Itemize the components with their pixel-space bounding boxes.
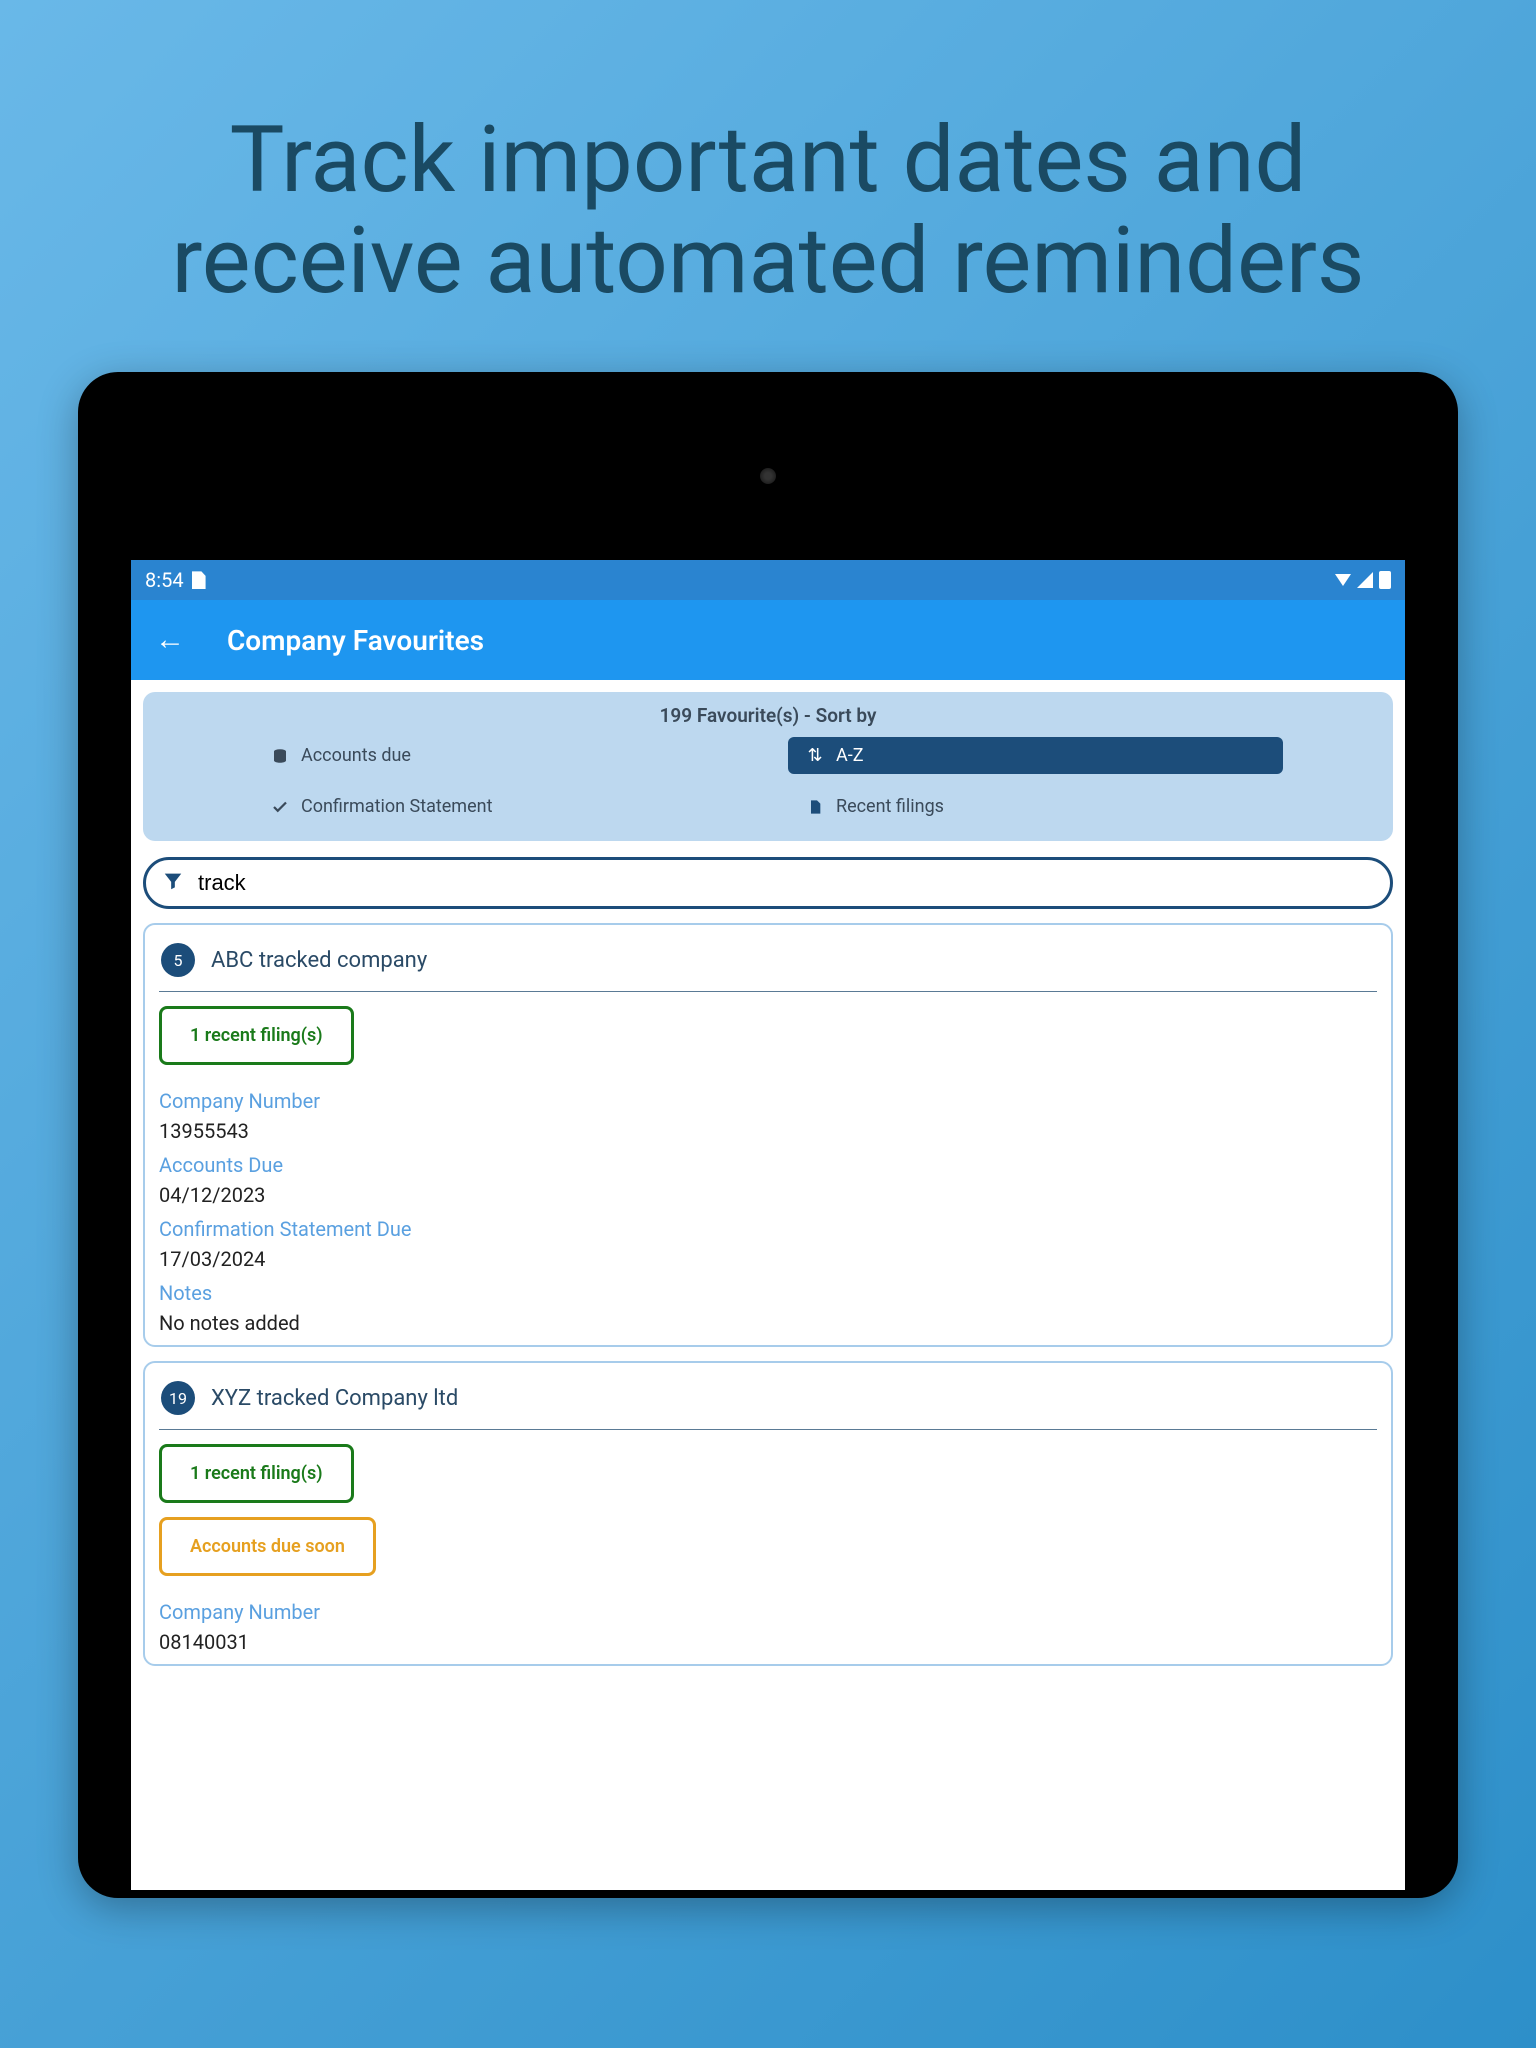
sort-panel: 199 Favourite(s) - Sort by Accounts due … bbox=[143, 692, 1393, 841]
app-screen: 8:54 ← Company Favourites 199 Favourite(… bbox=[131, 560, 1405, 1890]
notes-label: Notes bbox=[159, 1281, 1377, 1305]
status-time: 8:54 bbox=[145, 568, 184, 592]
accounts-due-label: Accounts Due bbox=[159, 1153, 1377, 1177]
back-arrow-icon[interactable]: ← bbox=[155, 625, 185, 655]
company-card[interactable]: 19 XYZ tracked Company ltd 1 recent fili… bbox=[143, 1361, 1393, 1666]
wifi-icon bbox=[1335, 574, 1351, 586]
sort-confirmation[interactable]: Confirmation Statement bbox=[253, 788, 748, 825]
filings-count-badge: 5 bbox=[161, 943, 195, 977]
company-card[interactable]: 5 ABC tracked company 1 recent filing(s)… bbox=[143, 923, 1393, 1347]
recent-filings-chip[interactable]: 1 recent filing(s) bbox=[159, 1006, 354, 1065]
company-name: ABC tracked company bbox=[211, 948, 427, 973]
check-icon bbox=[269, 798, 291, 816]
stack-icon bbox=[269, 747, 291, 765]
file-icon bbox=[804, 798, 826, 816]
sort-recent-filings[interactable]: Recent filings bbox=[788, 788, 1283, 825]
page-title: Company Favourites bbox=[227, 624, 484, 657]
company-number-label: Company Number bbox=[159, 1600, 1377, 1624]
sort-az[interactable]: ⇅ A-Z bbox=[788, 737, 1283, 774]
sort-heading: 199 Favourite(s) - Sort by bbox=[163, 704, 1373, 727]
sort-confirmation-label: Confirmation Statement bbox=[301, 796, 492, 817]
sort-recent-label: Recent filings bbox=[836, 796, 944, 817]
confirmation-due-label: Confirmation Statement Due bbox=[159, 1217, 1377, 1241]
sort-az-label: A-Z bbox=[836, 745, 864, 766]
company-number-value: 13955543 bbox=[159, 1119, 1377, 1143]
statusbar: 8:54 bbox=[131, 560, 1405, 600]
sort-accounts-due[interactable]: Accounts due bbox=[253, 737, 748, 774]
confirmation-due-value: 17/03/2024 bbox=[159, 1247, 1377, 1271]
company-number-value: 08140031 bbox=[159, 1630, 1377, 1654]
notes-value: No notes added bbox=[159, 1311, 1377, 1335]
accounts-due-soon-chip[interactable]: Accounts due soon bbox=[159, 1517, 376, 1576]
accounts-due-value: 04/12/2023 bbox=[159, 1183, 1377, 1207]
signal-icon bbox=[1357, 572, 1373, 588]
filter-input[interactable] bbox=[198, 870, 1374, 896]
company-number-label: Company Number bbox=[159, 1089, 1377, 1113]
sort-accounts-due-label: Accounts due bbox=[301, 745, 411, 766]
hero-headline: Track important dates and receive automa… bbox=[0, 0, 1536, 372]
filter-row[interactable] bbox=[143, 857, 1393, 909]
filings-count-badge: 19 bbox=[161, 1381, 195, 1415]
recent-filings-chip[interactable]: 1 recent filing(s) bbox=[159, 1444, 354, 1503]
appbar: ← Company Favourites bbox=[131, 600, 1405, 680]
sort-az-icon: ⇅ bbox=[804, 745, 826, 766]
company-name: XYZ tracked Company ltd bbox=[211, 1386, 458, 1411]
tablet-camera bbox=[760, 468, 776, 484]
sdcard-icon bbox=[192, 571, 206, 589]
tablet-frame: 8:54 ← Company Favourites 199 Favourite(… bbox=[78, 372, 1458, 1898]
filter-icon bbox=[162, 870, 184, 896]
battery-icon bbox=[1379, 571, 1391, 589]
